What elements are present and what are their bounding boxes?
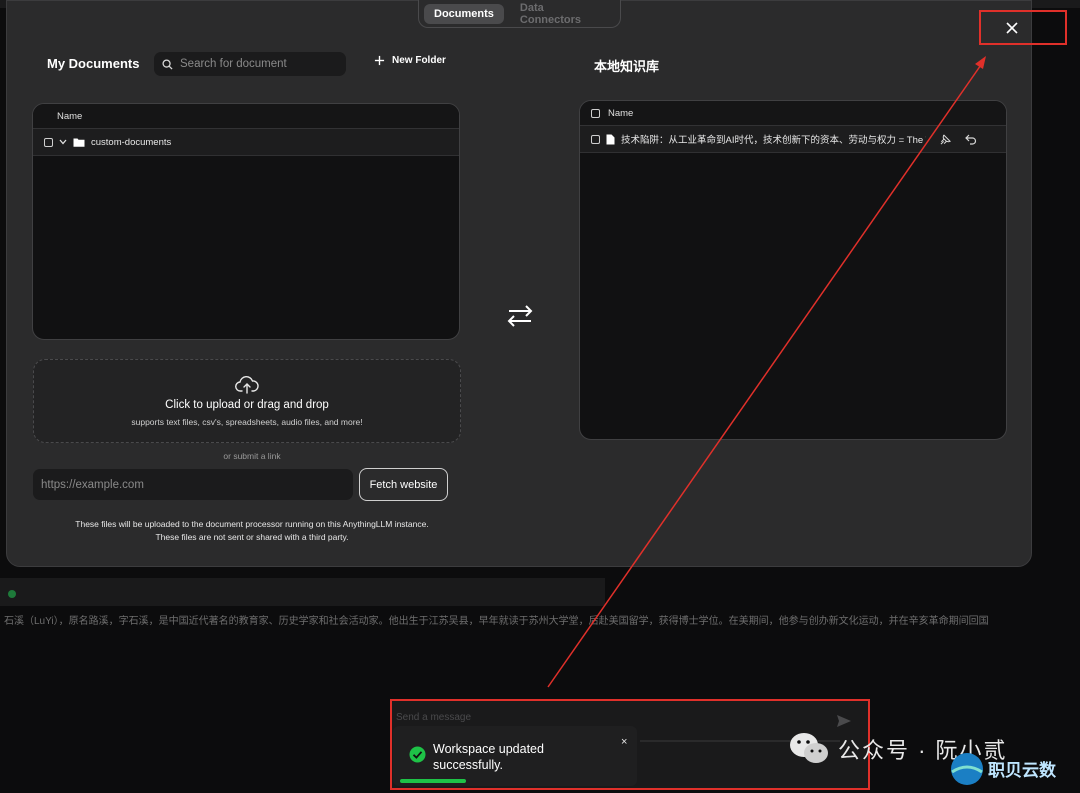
submit-link-label: or submit a link xyxy=(223,451,281,461)
search-input[interactable]: Search for document xyxy=(180,58,287,70)
file-icon xyxy=(606,134,615,144)
swap-arrows-icon[interactable] xyxy=(505,301,535,331)
cloud-upload-icon xyxy=(235,376,259,394)
brand-logo-icon xyxy=(951,753,983,785)
workspace-title: 本地知识库 xyxy=(594,59,660,74)
privacy-notice-line2: These files are not sent or shared with … xyxy=(155,532,349,542)
plus-icon xyxy=(374,55,385,66)
modal-tabs: Documents Data Connectors xyxy=(418,0,621,28)
file-name: 技术陷阱：从工业革命到AI时代，技术创新下的资本、劳动与权力 = The T..… xyxy=(621,135,926,146)
my-documents-table-header: Name xyxy=(33,104,459,129)
background-status-dot xyxy=(8,590,16,598)
privacy-notice: These files will be uploaded to the docu… xyxy=(7,518,497,544)
name-column-header: Name xyxy=(608,107,634,119)
upload-subtitle: supports text files, csv's, spreadsheets… xyxy=(131,417,363,427)
folder-checkbox[interactable] xyxy=(44,137,53,147)
chevron-down-icon[interactable] xyxy=(58,137,68,147)
wechat-icon xyxy=(790,733,828,763)
close-button-highlight xyxy=(979,10,1067,45)
new-folder-button[interactable]: New Folder xyxy=(374,55,446,66)
url-input[interactable] xyxy=(33,469,353,500)
fetch-website-button[interactable]: Fetch website xyxy=(359,468,448,501)
workspace-panel: Name 技术陷阱：从工业革命到AI时代，技术创新下的资本、劳动与权力 = Th… xyxy=(579,100,1007,440)
undo-icon[interactable] xyxy=(965,134,977,145)
new-folder-label: New Folder xyxy=(392,55,446,66)
file-checkbox[interactable] xyxy=(591,134,600,144)
folder-icon xyxy=(73,138,85,147)
document-search[interactable]: Search for document xyxy=(154,52,346,76)
upload-title: Click to upload or drag and drop xyxy=(165,399,329,411)
background-message-text: 石溪（LuYi），原名路溪，字石溪，是中国近代著名的教育家、历史学家和社会活动家… xyxy=(4,616,989,627)
name-column-header: Name xyxy=(57,110,83,122)
pin-icon[interactable] xyxy=(940,134,951,145)
my-documents-title: My Documents xyxy=(47,56,140,71)
tab-data-connectors[interactable]: Data Connectors xyxy=(510,0,615,30)
watermark-brand: 职贝云数 xyxy=(988,761,1056,780)
my-documents-panel: Name custom-documents xyxy=(32,103,460,340)
folder-name: custom-documents xyxy=(91,136,172,148)
select-all-checkbox[interactable] xyxy=(591,108,600,118)
upload-dropzone[interactable]: Click to upload or drag and drop support… xyxy=(33,359,461,443)
document-modal: My Documents Search for document New Fol… xyxy=(6,0,1032,567)
tab-documents[interactable]: Documents xyxy=(424,3,504,24)
folder-row[interactable]: custom-documents xyxy=(33,129,459,156)
search-icon xyxy=(162,58,173,70)
workspace-file-row[interactable]: 技术陷阱：从工业革命到AI时代，技术创新下的资本、劳动与权力 = The T..… xyxy=(580,126,1006,153)
workspace-table-header: Name xyxy=(580,101,1006,126)
background-message-strip xyxy=(0,578,605,606)
privacy-notice-line1: These files will be uploaded to the docu… xyxy=(75,519,429,529)
